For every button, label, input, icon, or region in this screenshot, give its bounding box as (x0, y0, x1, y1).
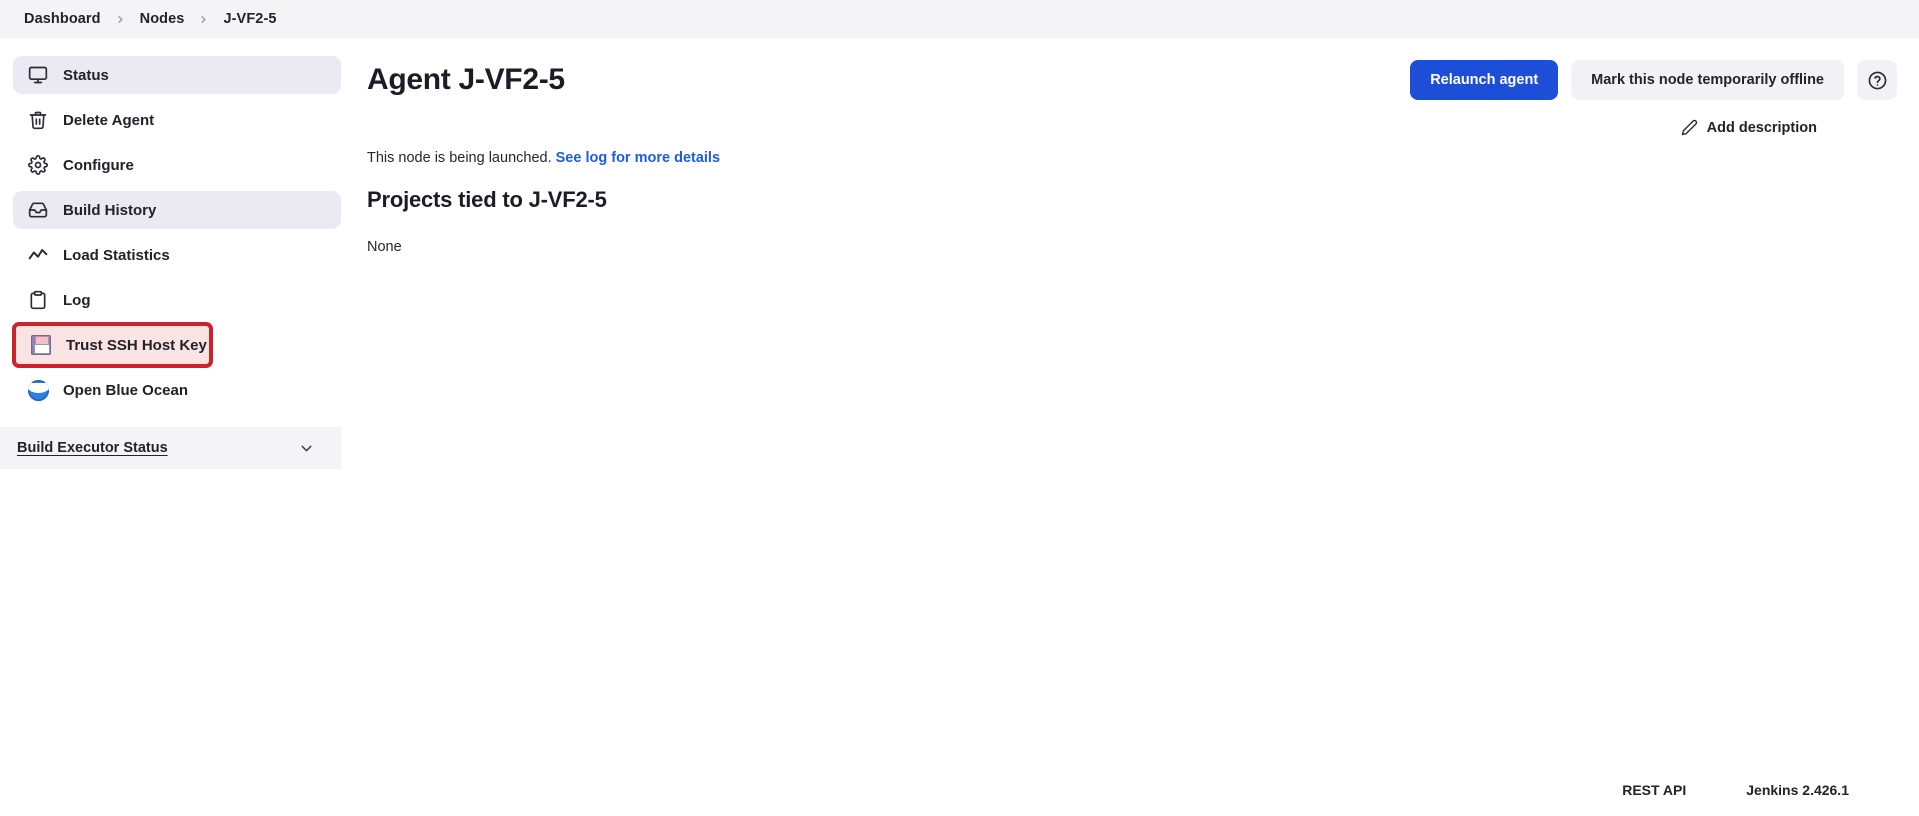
breadcrumb-item-nodes[interactable]: Nodes (132, 8, 193, 30)
add-description-row: Add description (367, 119, 1897, 136)
sidebar-item-configure[interactable]: Configure (13, 146, 341, 184)
monitor-icon (27, 64, 49, 86)
breadcrumb-item-dashboard[interactable]: Dashboard (16, 8, 109, 30)
rest-api-link[interactable]: REST API (1622, 782, 1686, 798)
action-buttons: Relaunch agent Mark this node temporaril… (1410, 58, 1897, 100)
sidebar-item-trust-ssh-host-key[interactable]: Trust SSH Host Key (12, 322, 213, 368)
sidebar: Status Delete Agent Configure Build Hist… (0, 38, 341, 469)
pencil-icon (1681, 119, 1698, 136)
projects-body: None (367, 239, 402, 255)
build-executor-status-panel[interactable]: Build Executor Status (0, 427, 341, 469)
page-body: Status Delete Agent Configure Build Hist… (0, 38, 1919, 816)
sidebar-item-load-statistics[interactable]: Load Statistics (13, 236, 341, 274)
main-content: Agent J-VF2-5 Relaunch agent Mark this n… (341, 38, 1919, 255)
sidebar-item-label: Log (63, 291, 91, 309)
help-circle-icon (1867, 70, 1888, 91)
gear-icon (27, 154, 49, 176)
sidebar-item-label: Trust SSH Host Key (66, 336, 207, 354)
node-status-text: This node is being launched. See log for… (367, 150, 1897, 166)
trash-icon (27, 109, 49, 131)
sidebar-item-label: Open Blue Ocean (63, 381, 189, 399)
sidebar-item-label: Configure (63, 156, 134, 174)
blue-ocean-icon (27, 379, 49, 401)
sidebar-item-status[interactable]: Status (13, 56, 341, 94)
jenkins-version: Jenkins 2.426.1 (1746, 782, 1849, 798)
sidebar-item-label: Build History (63, 201, 157, 219)
sidebar-item-build-history[interactable]: Build History (13, 191, 341, 229)
add-description-button[interactable]: Add description (1681, 119, 1817, 136)
breadcrumb-item-node[interactable]: J-VF2-5 (215, 8, 284, 30)
see-log-link[interactable]: See log for more details (556, 150, 720, 166)
build-executor-status-title: Build Executor Status (17, 440, 168, 456)
sidebar-item-label: Load Statistics (63, 246, 170, 264)
chevron-down-icon[interactable] (298, 440, 315, 457)
main-header: Agent J-VF2-5 Relaunch agent Mark this n… (367, 58, 1897, 100)
sidebar-item-label: Delete Agent (63, 111, 155, 129)
sidebar-item-delete-agent[interactable]: Delete Agent (13, 101, 341, 139)
sidebar-item-open-blue-ocean[interactable]: Open Blue Ocean (13, 371, 341, 409)
chart-line-icon (27, 244, 49, 266)
help-button[interactable] (1857, 60, 1897, 100)
clipboard-icon (27, 289, 49, 311)
chevron-right-icon (111, 14, 130, 25)
page-title: Agent J-VF2-5 (367, 63, 565, 96)
add-description-label: Add description (1706, 119, 1817, 136)
sidebar-item-log[interactable]: Log (13, 281, 341, 319)
relaunch-agent-button[interactable]: Relaunch agent (1410, 60, 1559, 100)
chevron-right-icon (194, 14, 213, 25)
footer: REST API Jenkins 2.426.1 (1622, 764, 1919, 816)
sidebar-item-label: Status (63, 66, 109, 84)
node-status-message: This node is being launched. (367, 150, 552, 166)
projects-heading: Projects tied to J-VF2-5 (367, 187, 607, 212)
inbox-icon (27, 199, 49, 221)
mark-offline-button[interactable]: Mark this node temporarily offline (1571, 60, 1844, 100)
floppy-icon (30, 334, 52, 356)
breadcrumb: Dashboard Nodes J-VF2-5 (0, 0, 1919, 38)
